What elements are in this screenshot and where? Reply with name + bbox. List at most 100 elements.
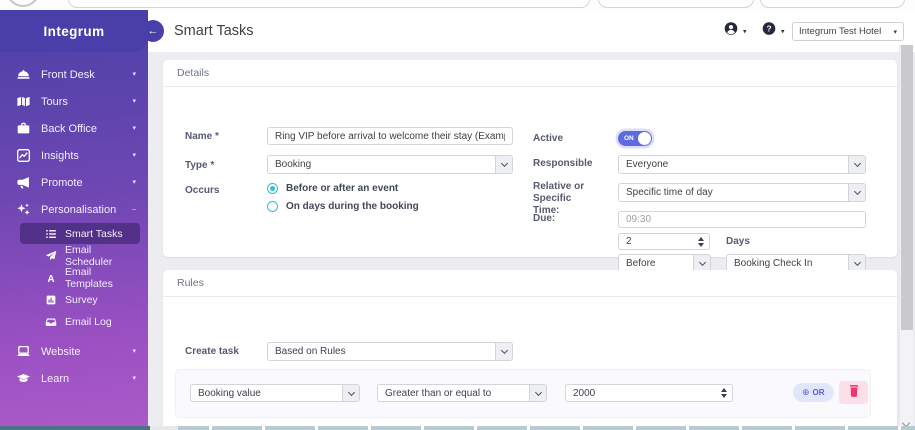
sidebar-item-tours[interactable]: Tours ▾ [0, 88, 148, 115]
occurs-option-label: Before or after an event [286, 183, 399, 194]
back-button[interactable]: ← [142, 20, 164, 42]
chevron-down-icon: ▾ [132, 179, 136, 186]
sidebar-item-insights[interactable]: Insights ▾ [0, 142, 148, 169]
name-label: Name * [185, 131, 219, 142]
relative-time-select[interactable]: Specific time of day [618, 183, 866, 202]
stepper-icon[interactable] [721, 388, 727, 398]
browser-chrome-strip [0, 0, 915, 10]
sidebar-item-smart-tasks[interactable]: Smart Tasks [20, 223, 140, 244]
megaphone-icon [15, 175, 32, 190]
browser-toolbar-remnant [598, 0, 754, 8]
sidebar-item-email-log[interactable]: Email Log [20, 311, 140, 332]
details-card: Details Name * Type * Booking Occurs Bef… [163, 60, 897, 272]
chevron-down-icon [495, 156, 512, 173]
sidebar-item-label: Email Templates [65, 265, 113, 290]
survey-chart-icon [44, 294, 58, 306]
occurs-option-before-after[interactable]: Before or after an event [267, 183, 398, 194]
user-menu-button[interactable]: ▾ [724, 22, 747, 41]
chevron-down-icon [693, 255, 710, 271]
bottom-edge-segment [0, 426, 150, 430]
sparkles-icon [15, 202, 32, 217]
app-logo: Integrum [0, 10, 148, 52]
add-or-rule-button[interactable]: ⊕ OR [793, 383, 834, 402]
sidebar-item-label: Website [41, 345, 81, 358]
sidebar-item-label: Survey [65, 293, 98, 306]
chevron-down-icon: ▾ [781, 28, 785, 35]
rule-value-input[interactable]: 2000 [565, 384, 733, 402]
chart-icon [15, 148, 32, 163]
chevron-down-icon [848, 156, 865, 173]
sidebar-item-email-scheduler[interactable]: Email Scheduler [20, 244, 140, 268]
graduation-cap-icon [15, 371, 32, 386]
rule-operator-select[interactable]: Greater than or equal to [377, 384, 547, 402]
sidebar-item-label: Promote [41, 176, 83, 189]
create-task-select-value: Based on Rules [275, 346, 346, 357]
rule-field-select[interactable]: Booking value [190, 384, 360, 402]
chevron-down-icon [342, 385, 359, 401]
sidebar-item-email-templates[interactable]: A Email Templates [20, 265, 140, 290]
sidebar-item-learn[interactable]: Learn ▾ [0, 365, 148, 392]
browser-addressbar-remnant [68, 0, 590, 8]
sidebar-item-website[interactable]: Website ▾ [0, 338, 148, 365]
type-select-value: Booking [275, 159, 312, 170]
create-task-select[interactable]: Based on Rules [267, 342, 513, 361]
circle-plus-icon: ⊕ [802, 387, 810, 397]
or-button-label: OR [812, 388, 825, 397]
sidebar-item-label: Front Desk [41, 68, 95, 81]
responsible-label: Responsible [533, 158, 593, 169]
help-menu-button[interactable]: ? ▾ [762, 22, 785, 41]
page-title: Smart Tasks [174, 23, 254, 39]
type-select[interactable]: Booking [267, 155, 513, 174]
collapse-icon: – [132, 206, 136, 213]
days-count-input[interactable]: 2 [618, 233, 710, 250]
rule-value: 2000 [573, 387, 596, 399]
top-bar: Smart Tasks ▾ ? ▾ Integrum Test Hotel ▾ [148, 10, 915, 52]
sidebar-item-promote[interactable]: Promote ▾ [0, 169, 148, 196]
delete-rule-button[interactable] [839, 381, 868, 404]
main-content: Details Name * Type * Booking Occurs Bef… [148, 52, 915, 430]
chevron-down-icon [848, 184, 865, 201]
name-input[interactable] [267, 127, 513, 145]
vertical-scrollbar[interactable] [899, 45, 913, 430]
help-icon: ? [762, 22, 776, 41]
rule-row: Booking value Greater than or equal to 2… [176, 370, 870, 417]
responsible-select-value: Everyone [626, 159, 669, 170]
sidebar-item-front-desk[interactable]: Front Desk ▾ [0, 61, 148, 88]
briefcase-icon [15, 121, 32, 136]
active-toggle[interactable]: ON [618, 131, 652, 146]
stepper-icon[interactable] [698, 236, 704, 247]
toggle-knob [638, 132, 651, 145]
bottom-edge-strip [0, 426, 915, 430]
radio-unselected-icon [267, 201, 278, 212]
scrollbar-thumb[interactable] [901, 45, 913, 330]
due-label: Due: [533, 213, 556, 224]
sidebar-item-back-office[interactable]: Back Office ▾ [0, 115, 148, 142]
sidebar-item-label: Email Log [65, 315, 112, 328]
chevron-down-icon: ▾ [893, 28, 897, 36]
sidebar-item-label: Tours [41, 95, 68, 108]
sidebar-item-personalisation[interactable]: Personalisation – [0, 196, 148, 223]
browser-button-remnant [6, 0, 40, 7]
relative-time-label: Relative or Specific Time: [533, 181, 585, 216]
responsible-select[interactable]: Everyone [618, 155, 866, 174]
sidebar-nav: Front Desk ▾ Tours ▾ Back Office ▾ Insig… [0, 52, 148, 392]
chevron-down-icon: ▾ [132, 125, 136, 132]
occurs-option-label: On days during the booking [286, 201, 419, 212]
days-unit-label: Days [726, 236, 750, 247]
font-icon: A [44, 272, 58, 283]
days-count-value: 2 [626, 236, 632, 247]
inbox-icon [44, 316, 58, 328]
service-bell-icon [15, 67, 32, 82]
type-label: Type * [185, 160, 215, 171]
bottom-edge-segment [150, 426, 178, 430]
details-card-title: Details [163, 60, 897, 87]
trash-icon [849, 385, 859, 400]
due-time-input[interactable]: 09:30 [618, 211, 866, 228]
map-icon [15, 94, 32, 109]
sidebar-item-survey[interactable]: Survey [20, 289, 140, 310]
hotel-selector[interactable]: Integrum Test Hotel ▾ [792, 22, 904, 41]
rules-card: Rules Create task Based on Rules Booking… [163, 270, 897, 430]
rule-operator-value: Greater than or equal to [385, 387, 492, 399]
sidebar-item-label: Insights [41, 149, 79, 162]
occurs-option-during-booking[interactable]: On days during the booking [267, 201, 419, 212]
